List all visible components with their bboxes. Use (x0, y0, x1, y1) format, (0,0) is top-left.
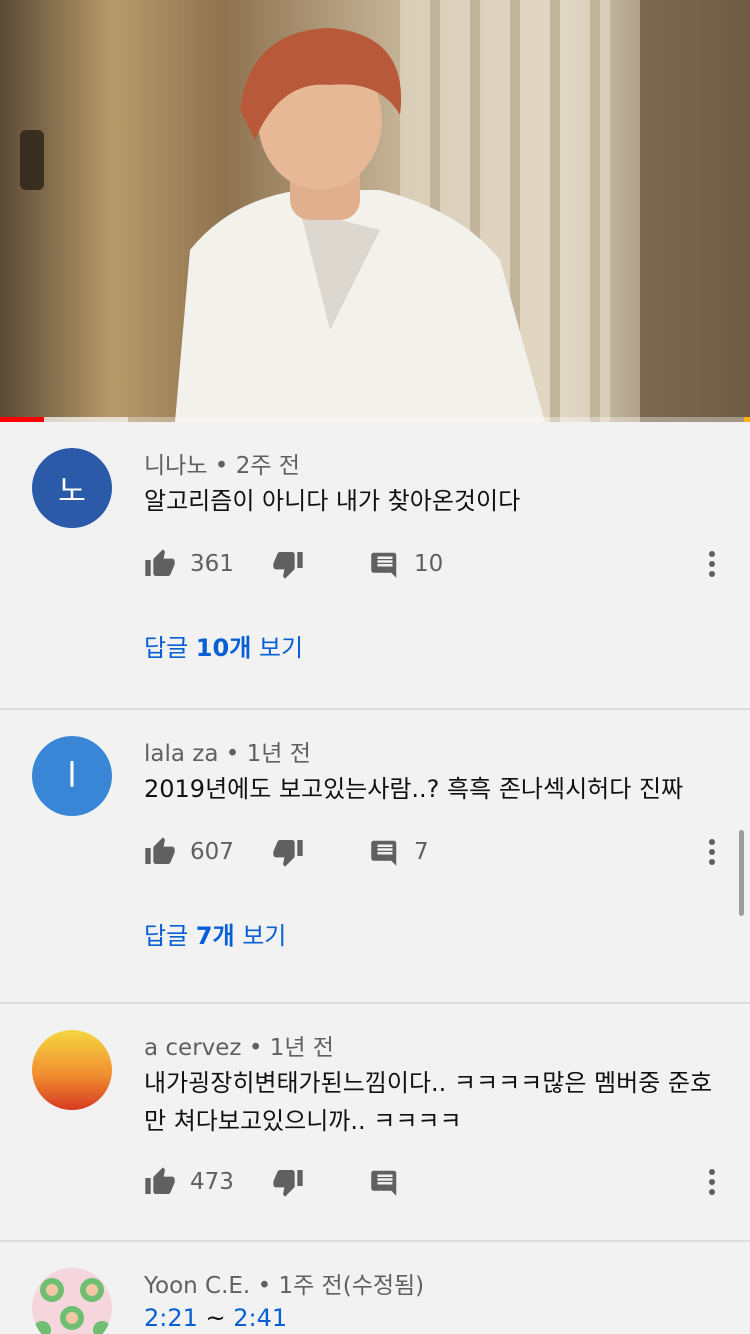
meta-separator: • (257, 1273, 272, 1299)
comment-text: 알고리즘이 아니다 내가 찾아온것이다 (144, 487, 521, 515)
thumb-down-icon (273, 1170, 303, 1197)
video-player[interactable] (0, 0, 750, 422)
comment-meta: lala za • 1년 전 (144, 734, 311, 768)
timestamp-link-start[interactable]: 2:21 (144, 1304, 198, 1332)
video-frame (0, 0, 750, 422)
reply-button[interactable] (370, 1162, 400, 1202)
comment-icon (371, 552, 397, 578)
reply-count: 10 (414, 551, 444, 577)
view-replies-suffix: 보기 (234, 922, 287, 950)
more-options-button[interactable] (698, 544, 726, 584)
dislike-button[interactable] (272, 544, 304, 584)
more-options-button[interactable] (698, 832, 726, 872)
like-count: 473 (190, 1169, 234, 1195)
meta-separator: • (214, 453, 229, 479)
thumb-up-icon (145, 1167, 175, 1194)
avatar-pattern (33, 1278, 111, 1334)
view-replies-link[interactable]: 답글 10개 보기 (144, 628, 303, 663)
meta-separator: • (225, 741, 240, 767)
comment-actions: 361 10 (144, 544, 734, 584)
avatar[interactable]: 노 (32, 448, 112, 528)
comment-author[interactable]: Yoon C.E. (144, 1273, 250, 1299)
comment-timestamps: 2:21 ~ 2:41 (144, 1304, 287, 1332)
comment-item: 노 니나노 • 2주 전 알고리즘이 아니다 내가 찾아온것이다 361 10 (0, 422, 750, 710)
comment-time: 1년 전 (246, 741, 311, 767)
reply-button[interactable]: 7 (370, 832, 429, 872)
avatar-letter: 노 (58, 474, 86, 509)
avatar[interactable] (32, 1030, 112, 1110)
view-replies-count: 7개 (195, 922, 235, 950)
avatar[interactable] (32, 1268, 112, 1334)
like-count: 607 (190, 839, 234, 865)
comment-actions: 473 (144, 1162, 734, 1202)
comment-icon (371, 840, 397, 866)
view-replies-link[interactable]: 답글 7개 보기 (144, 916, 286, 951)
thumb-up-icon (145, 549, 175, 576)
more-options-button[interactable] (698, 1162, 726, 1202)
comment-author[interactable]: a cervez (144, 1035, 242, 1061)
more-vert-icon (709, 839, 715, 865)
comments-list: 노 니나노 • 2주 전 알고리즘이 아니다 내가 찾아온것이다 361 10 (0, 422, 750, 1334)
like-button[interactable]: 473 (144, 1162, 234, 1202)
avatar[interactable]: l (32, 736, 112, 816)
thumb-down-icon (273, 552, 303, 579)
comment-time: 1주 전(수정됨) (278, 1273, 425, 1299)
comment-text: 2019년에도 보고있는사람..? 흑흑 존나섹시허다 진짜 (144, 775, 684, 803)
like-button[interactable]: 361 (144, 544, 234, 584)
thumb-down-icon (273, 840, 303, 867)
thumb-up-icon (145, 837, 175, 864)
timestamp-link-end[interactable]: 2:41 (233, 1304, 287, 1332)
more-vert-icon (709, 1169, 715, 1195)
comment-icon (371, 1170, 397, 1196)
comment-meta: Yoon C.E. • 1주 전(수정됨) (144, 1266, 424, 1300)
reply-button[interactable]: 10 (370, 544, 443, 584)
meta-separator: • (248, 1035, 263, 1061)
dislike-button[interactable] (272, 832, 304, 872)
like-button[interactable]: 607 (144, 832, 234, 872)
timestamp-separator: ~ (197, 1304, 234, 1332)
comment-item: l lala za • 1년 전 2019년에도 보고있는사람..? 흑흑 존나… (0, 710, 750, 1004)
like-count: 361 (190, 551, 234, 577)
view-replies-suffix: 보기 (251, 634, 304, 662)
reply-count: 7 (414, 839, 429, 865)
comment-item: a cervez • 1년 전 내가굉장히변태가된느낌이다.. ㅋㅋㅋㅋ많은 멤… (0, 1004, 750, 1242)
scrollbar[interactable] (739, 830, 744, 916)
dislike-button[interactable] (272, 1162, 304, 1202)
comment-item: Yoon C.E. • 1주 전(수정됨) 2:21 ~ 2:41 (0, 1242, 750, 1334)
comment-time: 2주 전 (235, 453, 300, 479)
comment-author[interactable]: lala za (144, 741, 218, 767)
view-replies-count: 10개 (195, 634, 252, 662)
view-replies-prefix: 답글 (144, 634, 196, 662)
view-replies-prefix: 답글 (144, 922, 196, 950)
comment-actions: 607 7 (144, 832, 734, 872)
comment-meta: a cervez • 1년 전 (144, 1028, 334, 1062)
comment-meta: 니나노 • 2주 전 (144, 446, 300, 480)
comment-time: 1년 전 (269, 1035, 334, 1061)
comment-author[interactable]: 니나노 (144, 453, 207, 479)
comment-text: 내가굉장히변태가된느낌이다.. ㅋㅋㅋㅋ많은 멤버중 준호만 쳐다보고있으니까.… (144, 1069, 713, 1135)
avatar-letter: l (67, 756, 77, 796)
more-vert-icon (709, 551, 715, 577)
